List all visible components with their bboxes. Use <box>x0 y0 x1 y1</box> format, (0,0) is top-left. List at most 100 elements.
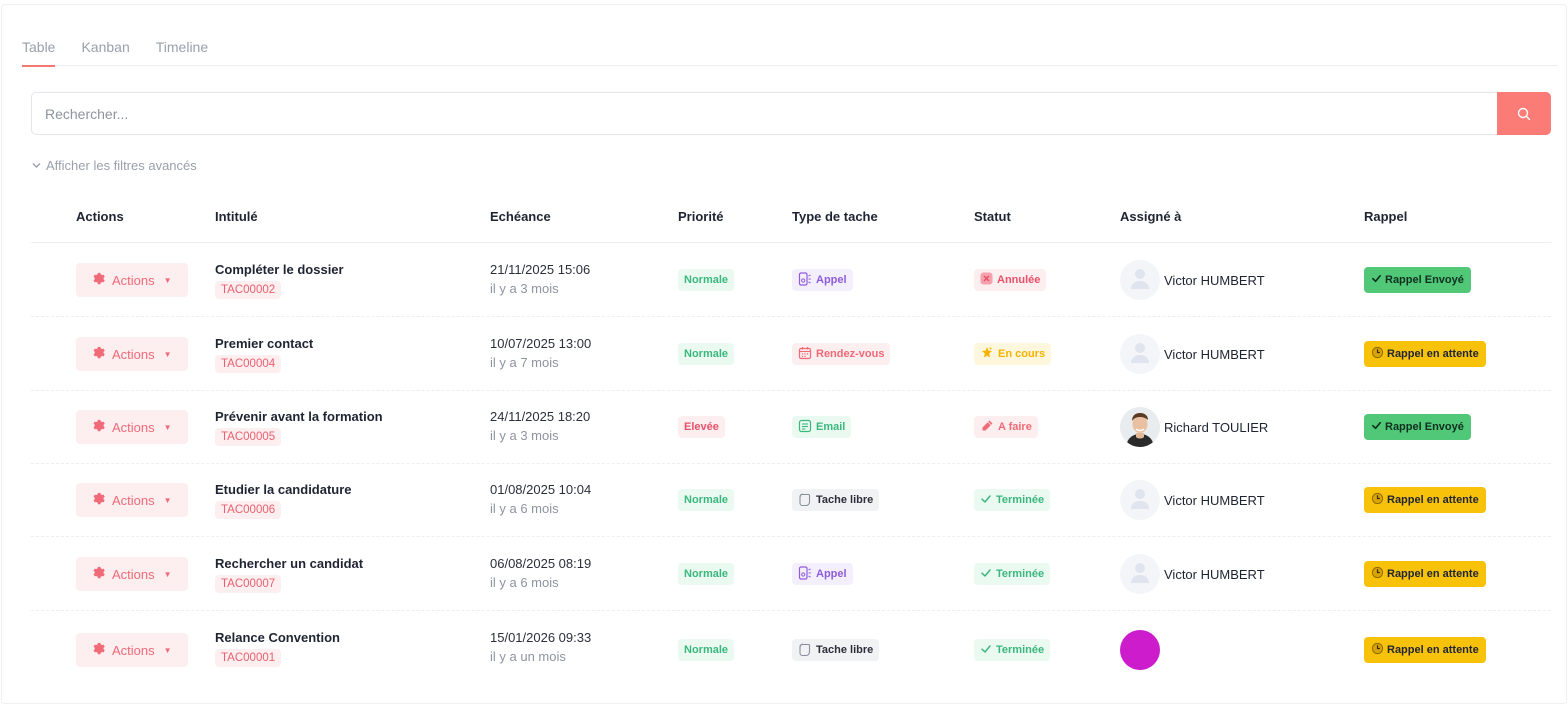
priority-cell: Elevée <box>678 416 725 438</box>
col-actions: Actions <box>76 209 124 224</box>
status-cell: En cours <box>974 343 1052 365</box>
tab-kanban[interactable]: Kanban <box>81 32 129 66</box>
table-row: Actions ▼ Rechercher un candidat TAC00007 06… <box>31 537 1551 611</box>
due-date-cell: 21/11/2025 15:06 il y a 3 mois <box>490 262 590 296</box>
phone-icon <box>798 565 812 583</box>
avatar <box>1120 407 1160 447</box>
check-icon <box>980 567 992 582</box>
col-echeance: Echéance <box>490 209 551 224</box>
caret-down-icon: ▼ <box>163 275 172 285</box>
due-date-relative: il y a 6 mois <box>490 501 559 516</box>
reminder-badge: Rappel en attente <box>1364 341 1486 367</box>
actions-button[interactable]: Actions ▼ <box>76 633 188 667</box>
reminder-badge: Rappel en attente <box>1364 487 1486 513</box>
priority-cell: Normale <box>678 343 735 365</box>
due-date-cell: 10/07/2025 13:00 il y a 7 mois <box>490 336 591 370</box>
clock-icon <box>1371 492 1384 508</box>
assignee-name: Victor HUMBERT <box>1164 492 1265 508</box>
clock-icon <box>1371 346 1384 362</box>
avatar <box>1120 334 1160 374</box>
type-cell: Tache libre <box>792 489 880 511</box>
assignee-cell: Victor HUMBERT <box>1120 260 1265 300</box>
due-date-relative: il y a 6 mois <box>490 575 559 590</box>
gear-icon <box>92 346 105 362</box>
status-label: Terminée <box>996 494 1045 506</box>
chevron-down-icon <box>32 163 41 168</box>
phone-icon <box>798 271 812 289</box>
col-type: Type de tache <box>792 209 878 224</box>
task-title[interactable]: Relance Convention <box>215 630 340 645</box>
task-title-cell: Compléter le dossier TAC00002 <box>215 262 344 299</box>
priority-badge: Normale <box>678 343 735 365</box>
gear-icon <box>92 272 105 288</box>
task-type-badge: Tache libre <box>792 639 880 661</box>
type-cell: Appel <box>792 269 853 291</box>
status-label: Terminée <box>996 644 1045 656</box>
task-ref-badge: TAC00004 <box>215 355 282 373</box>
assignee-name: Victor HUMBERT <box>1164 346 1265 362</box>
task-title-cell: Rechercher un candidat TAC00007 <box>215 556 363 593</box>
caret-down-icon: ▼ <box>163 645 172 655</box>
gear-icon <box>92 419 105 435</box>
task-type-badge: Appel <box>792 563 853 585</box>
task-ref-badge: TAC00001 <box>215 649 282 667</box>
tab-timeline[interactable]: Timeline <box>156 32 208 66</box>
status-label: En cours <box>998 348 1046 360</box>
status-cell: A faire <box>974 416 1038 438</box>
task-type-badge: Email <box>792 416 852 438</box>
reminder-label: Rappel en attente <box>1387 568 1479 580</box>
task-title[interactable]: Prévenir avant la formation <box>215 409 383 424</box>
avatar <box>1120 260 1160 300</box>
actions-button[interactable]: Actions ▼ <box>76 337 188 371</box>
priority-cell: Normale <box>678 639 735 661</box>
actions-button[interactable]: Actions ▼ <box>76 557 188 591</box>
user-icon <box>1129 340 1151 369</box>
actions-label: Actions <box>112 272 155 288</box>
actions-button[interactable]: Actions ▼ <box>76 410 188 444</box>
task-type-badge: Rendez-vous <box>792 343 891 365</box>
user-icon <box>1129 486 1151 515</box>
due-date-cell: 24/11/2025 18:20 il y a 3 mois <box>490 409 590 443</box>
caret-down-icon: ▼ <box>163 569 172 579</box>
task-title[interactable]: Etudier la candidature <box>215 482 352 497</box>
caret-down-icon: ▼ <box>163 495 172 505</box>
priority-badge: Elevée <box>678 416 725 438</box>
reminder-label: Rappel Envoyé <box>1385 274 1464 286</box>
task-title[interactable]: Compléter le dossier <box>215 262 344 277</box>
actions-button[interactable]: Actions ▼ <box>76 263 188 297</box>
check-icon <box>980 643 992 658</box>
task-title[interactable]: Premier contact <box>215 336 313 351</box>
task-type-label: Tache libre <box>816 494 874 506</box>
search-input[interactable] <box>31 92 1497 135</box>
task-title[interactable]: Rechercher un candidat <box>215 556 363 571</box>
actions-button[interactable]: Actions ▼ <box>76 483 188 517</box>
task-ref-badge: TAC00006 <box>215 501 282 519</box>
sparkle-icon <box>980 346 994 363</box>
col-rappel: Rappel <box>1364 209 1408 224</box>
task-type-label: Appel <box>816 568 847 580</box>
priority-badge: Normale <box>678 639 735 661</box>
search-button[interactable] <box>1497 92 1551 135</box>
cancel-icon <box>980 272 993 288</box>
status-label: Terminée <box>996 568 1045 580</box>
due-date-relative: il y a 3 mois <box>490 428 559 443</box>
task-type-label: Email <box>816 421 846 433</box>
tab-table[interactable]: Table <box>22 32 56 67</box>
assignee-cell: Victor HUMBERT <box>1120 554 1265 594</box>
status-badge: A faire <box>974 416 1038 438</box>
assignee-cell: Victor HUMBERT <box>1120 334 1265 374</box>
reminder-badge: Rappel en attente <box>1364 637 1486 663</box>
priority-cell: Normale <box>678 489 735 511</box>
reminder-label: Rappel en attente <box>1387 494 1479 506</box>
check-icon <box>1371 273 1382 287</box>
priority-cell: Normale <box>678 269 735 291</box>
advanced-filters-toggle[interactable]: Afficher les filtres avancés <box>31 158 197 173</box>
calendar-icon <box>798 346 812 363</box>
actions-label: Actions <box>112 419 155 435</box>
col-priorite: Priorité <box>678 209 724 224</box>
reminder-label: Rappel en attente <box>1387 348 1479 360</box>
status-label: A faire <box>998 421 1032 433</box>
task-type-label: Tache libre <box>816 644 874 656</box>
priority-badge: Normale <box>678 269 735 291</box>
task-type-label: Rendez-vous <box>816 348 885 360</box>
